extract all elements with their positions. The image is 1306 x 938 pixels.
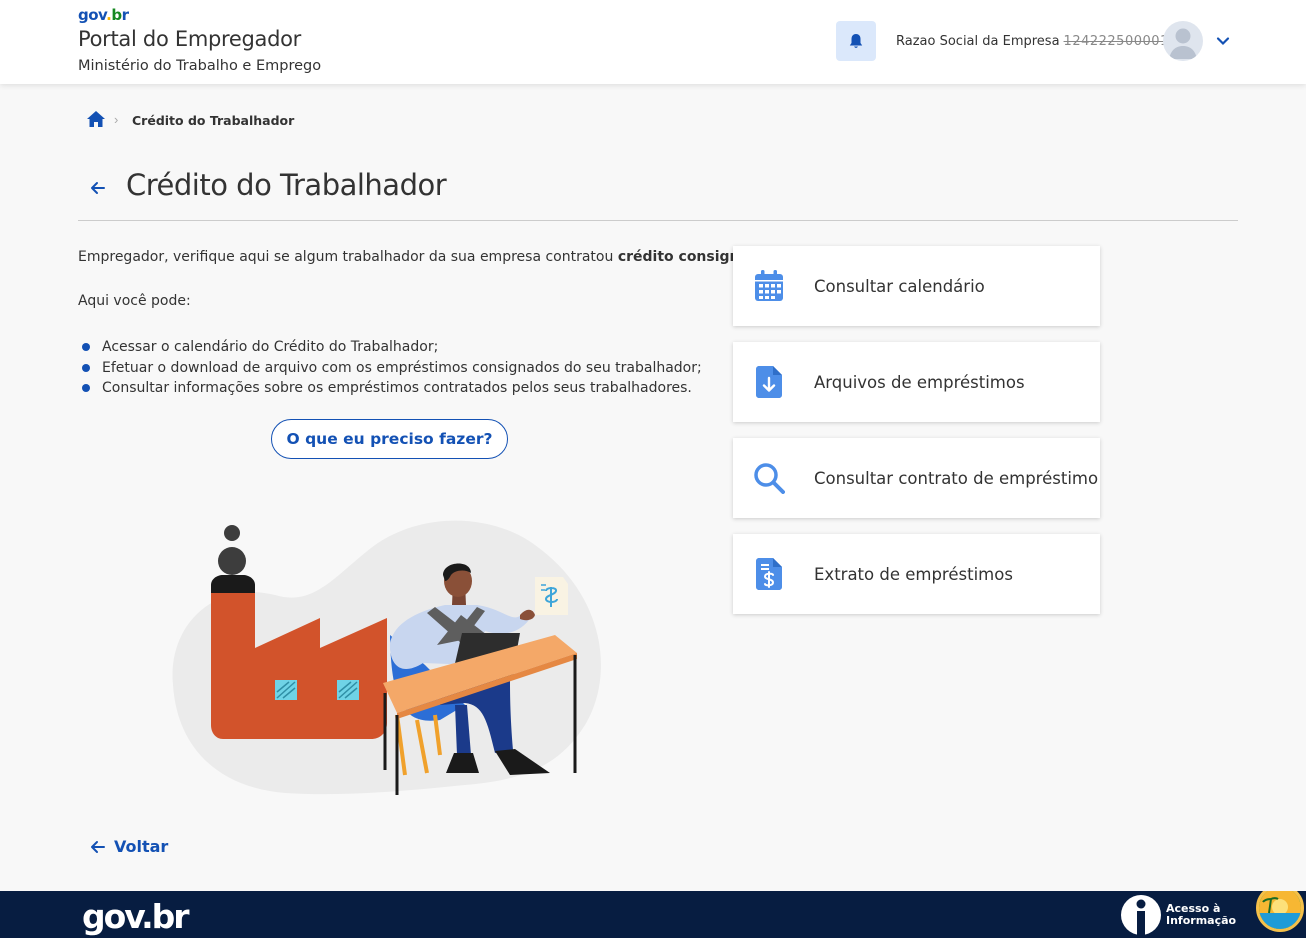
company-name: Razao Social da Empresa bbox=[896, 34, 1060, 49]
back-link[interactable]: Voltar bbox=[90, 837, 168, 856]
title-divider bbox=[78, 220, 1238, 221]
logo-part-gov: gov bbox=[78, 6, 107, 24]
landscape-seal-icon bbox=[1259, 891, 1301, 929]
list-item: Consultar informações sobre os empréstim… bbox=[82, 378, 702, 399]
company-info: Razao Social da Empresa 12422250000101 bbox=[896, 34, 1186, 49]
feature-list: Acessar o calendário do Crédito do Traba… bbox=[82, 337, 702, 399]
back-link-label: Voltar bbox=[114, 837, 169, 856]
card-label: Extrato de empréstimos bbox=[814, 564, 1013, 584]
search-icon bbox=[754, 463, 785, 494]
notifications-button[interactable] bbox=[836, 21, 876, 61]
info-access-label[interactable]: Acesso à Informação bbox=[1166, 903, 1236, 927]
back-arrow-icon[interactable] bbox=[88, 178, 108, 198]
card-consultar-calendario[interactable]: Consultar calendário bbox=[733, 246, 1100, 326]
footer: gov.br Acesso à Informação bbox=[0, 891, 1306, 938]
portal-subtitle: Ministério do Trabalho e Emprego bbox=[78, 58, 322, 74]
user-avatar-icon bbox=[1169, 28, 1197, 59]
intro-text: Empregador, verifique aqui se algum trab… bbox=[78, 249, 773, 265]
card-label: Consultar contrato de empréstimo bbox=[814, 468, 1099, 488]
info-access-line2: Informação bbox=[1166, 914, 1237, 927]
brazil-seal-icon[interactable] bbox=[1256, 891, 1304, 932]
card-consultar-contrato[interactable]: Consultar contrato de empréstimo bbox=[733, 438, 1100, 518]
info-access-icon[interactable] bbox=[1121, 895, 1161, 935]
logo-part-b: b bbox=[111, 6, 122, 24]
govbr-logo[interactable]: gov.br bbox=[78, 6, 129, 24]
chevron-down-icon[interactable] bbox=[1213, 31, 1233, 51]
logo-part-r: r bbox=[121, 6, 129, 24]
breadcrumb-separator: › bbox=[114, 112, 119, 127]
info-icon bbox=[1136, 899, 1146, 935]
card-label: Arquivos de empréstimos bbox=[814, 372, 1025, 392]
breadcrumb-current: Crédito do Trabalhador bbox=[132, 113, 295, 128]
file-dollar-icon bbox=[756, 558, 782, 590]
file-download-icon bbox=[756, 366, 782, 398]
home-icon[interactable] bbox=[86, 110, 106, 128]
can-label: Aqui você pode: bbox=[78, 293, 191, 309]
help-button[interactable]: O que eu preciso fazer? bbox=[271, 419, 508, 459]
arrow-left-icon bbox=[91, 840, 105, 853]
list-item: Efetuar o download de arquivo com os emp… bbox=[82, 358, 702, 379]
header: gov.br Portal do Empregador Ministério d… bbox=[0, 0, 1306, 84]
list-item: Acessar o calendário do Crédito do Traba… bbox=[82, 337, 702, 358]
card-label: Consultar calendário bbox=[814, 276, 985, 296]
portal-title[interactable]: Portal do Empregador bbox=[78, 27, 301, 51]
card-extrato-emprestimos[interactable]: Extrato de empréstimos bbox=[733, 534, 1100, 614]
bell-icon bbox=[849, 33, 863, 48]
worker-factory-illustration bbox=[172, 520, 601, 795]
card-arquivos-emprestimos[interactable]: Arquivos de empréstimos bbox=[733, 342, 1100, 422]
avatar[interactable] bbox=[1163, 21, 1203, 61]
intro-text-start: Empregador, verifique aqui se algum trab… bbox=[78, 249, 618, 265]
calendar-icon bbox=[755, 270, 783, 301]
footer-govbr-logo[interactable]: gov.br bbox=[82, 897, 190, 936]
page-title: Crédito do Trabalhador bbox=[126, 168, 447, 202]
